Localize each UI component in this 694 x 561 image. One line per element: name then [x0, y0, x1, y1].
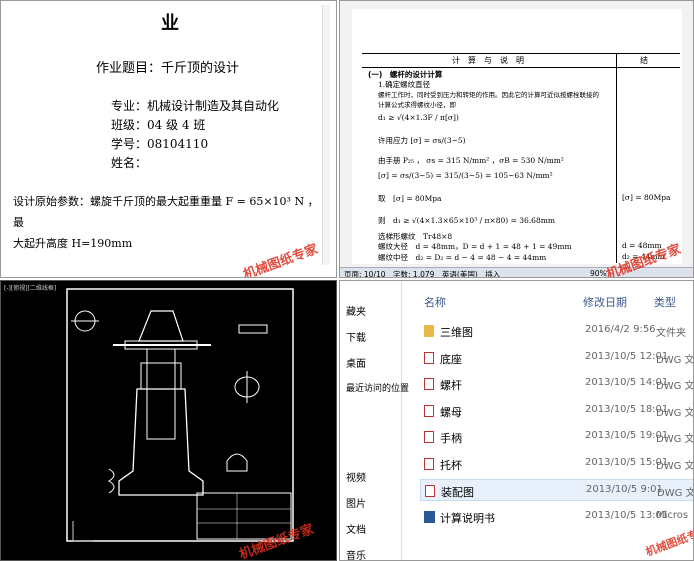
field-student-id: 学号：08104110 — [111, 137, 209, 151]
column-header-name[interactable]: 名称 — [424, 294, 446, 310]
jack-base — [118, 388, 204, 496]
column-header-date[interactable]: 修改日期 — [583, 294, 627, 310]
d1-result: 则 d₁ ≥ √(4×1.3×65×10³ / π×80) = 36.68mm — [378, 216, 555, 225]
file-type: DWG 文 — [657, 488, 694, 499]
dwg-file-icon — [424, 351, 434, 364]
material-values: 由手册 P₂₅ ， σs = 315 N/mm² ，σB = 530 N/mm² — [378, 156, 564, 165]
file-name: 计算说明书 — [440, 511, 495, 525]
file-name: 三维图 — [440, 326, 473, 339]
part-detail-screw — [226, 453, 248, 472]
calc-line: 计算公式求得螺纹小径，即 — [378, 101, 456, 109]
dwg-file-icon — [424, 457, 434, 470]
vertical-scrollbar[interactable] — [322, 5, 330, 265]
file-name: 螺杆 — [440, 379, 462, 392]
part-detail-nut — [234, 371, 260, 403]
file-explorer-pane: 藏夹 下载 桌面 最近访问的位置 视频 图片 文档 音乐 名称 修改日期 类型 … — [339, 280, 694, 561]
major-diameter: 螺纹大径 d = 48mm，D = d + 1 = 48 + 1 = 49mm — [378, 242, 572, 251]
doc-title: 业 — [161, 13, 179, 34]
allowable-stress: 许用应力 [σ] = σs/(3~5) — [378, 136, 466, 145]
file-type: DWG 文 — [656, 407, 694, 419]
nav-recent-places[interactable]: 最近访问的位置 — [346, 381, 409, 394]
params-line-1: 设计原始参数：螺旋千斤顶的最大起重重量 F = 65×10³ N ，最 — [13, 195, 319, 229]
jack-cup — [138, 310, 184, 342]
file-row[interactable]: 托杯 2013/10/5 15:01 DWG 文 — [420, 453, 694, 475]
cad-canvas[interactable] — [1, 281, 337, 561]
file-type: DWG 文 — [656, 460, 694, 472]
file-type: 文件夹 — [656, 328, 686, 339]
file-row[interactable]: 螺杆 2013/10/5 14:01 DWG 文 — [420, 373, 694, 395]
status-text: 页面: 10/10 字数: 1,079 英语(美国) 插入 — [344, 270, 501, 278]
nav-downloads[interactable]: 下载 — [346, 329, 366, 344]
file-date: 2013/10/5 9:01 — [586, 484, 663, 495]
stress-range: [σ] = σs/(3~5) = 315/(3~5) = 105~63 N/mm… — [378, 171, 553, 180]
file-date: 2016/4/2 9:56 — [585, 324, 656, 335]
dwg-file-icon — [424, 431, 434, 443]
file-type: DWG 文 — [656, 354, 694, 366]
file-row[interactable]: 螺母 2013/10/5 18:01 DWG 文 — [420, 400, 694, 422]
word-document-icon — [424, 510, 435, 523]
dwg-file-icon — [425, 485, 435, 497]
design-parameters: 设计原始参数：螺旋千斤顶的最大起重重量 F = 65×10³ N ，最 大起升高… — [13, 191, 329, 254]
watermark: 机械图纸专家 — [643, 524, 694, 559]
file-row[interactable]: 手柄 2013/10/5 19:01 DWG 文 — [420, 426, 694, 448]
dwg-file-icon — [424, 378, 434, 390]
calc-line: 螺杆工作时，同时受到压力和转矩的作用。因此它的计算可近似按螺栓联接的 — [378, 91, 599, 99]
nav-favorites[interactable]: 藏夹 — [346, 303, 366, 318]
cad-drawing-pane: [-][俯视][二维线框] 机械图纸专家 — [0, 280, 337, 561]
file-row[interactable]: 计算说明书 2013/10/5 13:01 Micros — [420, 506, 693, 528]
field-major: 专业：机械设计制造及其自动化 — [111, 99, 280, 113]
part-detail-handle — [238, 324, 268, 334]
file-name: 托杯 — [440, 458, 462, 472]
pitch-diameter: 螺纹中径 d₂ = D₂ = d − 4 = 48 − 4 = 44mm — [378, 253, 547, 262]
file-type: DWG 文 — [656, 434, 694, 445]
file-row[interactable]: 装配图 2013/10/5 9:01 DWG 文 — [420, 479, 694, 501]
formula-d1: d₁ ≥ √(4×1.3F / π[σ]) — [378, 113, 459, 122]
column-header-type[interactable]: 类型 — [654, 294, 676, 310]
result-stress: [σ] = 80Mpa — [622, 193, 671, 202]
navigation-pane: 藏夹 下载 桌面 最近访问的位置 视频 图片 文档 音乐 — [340, 281, 409, 560]
nav-music[interactable]: 音乐 — [346, 547, 366, 560]
folder-row[interactable]: 三维图 2016/4/2 9:56 文件夹 — [420, 320, 693, 342]
dwg-file-icon — [424, 404, 434, 417]
nav-pictures[interactable]: 图片 — [346, 495, 366, 510]
drawing-frame — [66, 288, 294, 542]
part-detail-cup — [71, 310, 99, 332]
field-name: 姓名： — [111, 156, 148, 170]
file-type: DWG 文 — [656, 381, 694, 392]
folder-icon — [424, 325, 434, 337]
doc-page: 计 算 与 说 明 结 (一) 螺杆的设计计算 1.确定螺纹直径 螺杆工作时，同… — [352, 9, 682, 264]
file-row[interactable]: 底座 2013/10/5 12:01 DWG 文 — [420, 347, 694, 369]
take-stress: 取 [σ] = 80Mpa — [378, 194, 442, 203]
file-name: 螺母 — [440, 405, 462, 419]
file-type: Micros — [656, 509, 689, 521]
file-name: 底座 — [440, 352, 462, 366]
document-cover-pane: 业 作业题目：千斤顶的设计 专业：机械设计制造及其自动化 班级：04 级 4 班… — [0, 0, 337, 278]
nav-videos[interactable]: 视频 — [346, 469, 366, 484]
result-column-header: 结 — [640, 56, 648, 65]
calc-column-header: 计 算 与 说 明 — [452, 56, 524, 65]
calculation-doc-pane: 计 算 与 说 明 结 (一) 螺杆的设计计算 1.确定螺纹直径 螺杆工作时，同… — [339, 0, 694, 278]
nav-desktop[interactable]: 桌面 — [346, 355, 366, 370]
field-class: 班级：04 级 4 班 — [111, 118, 206, 132]
assignment-topic: 作业题目：千斤顶的设计 — [96, 61, 240, 76]
part-detail-thread — [108, 468, 115, 494]
nav-documents[interactable]: 文档 — [346, 521, 366, 536]
file-name: 手柄 — [440, 432, 462, 445]
file-name: 装配图 — [441, 486, 474, 499]
